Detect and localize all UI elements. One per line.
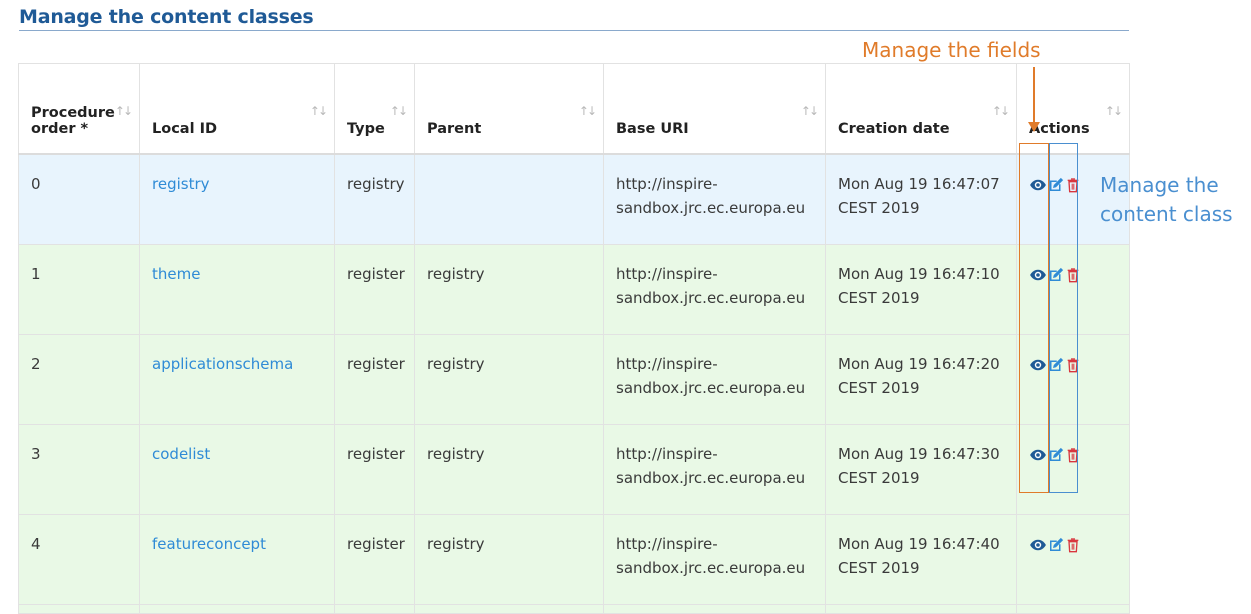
sort-icon[interactable]: ↑↓ <box>579 104 597 118</box>
header-type[interactable]: Type ↑↓ <box>334 63 415 155</box>
table-row: 3 codelist register registry http://inspire-… <box>18 424 1130 515</box>
annotation-manage-fields: Manage the fields <box>862 38 1041 62</box>
eye-icon[interactable] <box>1029 536 1047 554</box>
cell-base-uri: http://inspire-sandbox.jrc.ec.europa.eu <box>603 334 826 425</box>
header-parent[interactable]: Parent ↑↓ <box>414 63 604 155</box>
cell-local-id: registry <box>139 153 335 245</box>
cell-procedure-order: 2 <box>18 334 140 425</box>
cell-actions <box>1016 514 1130 605</box>
cell-type: register <box>334 244 415 335</box>
cell-procedure-order: 1 <box>18 244 140 335</box>
table-cell <box>18 604 140 614</box>
table-cell <box>414 604 604 614</box>
table-header-row: Procedure order * ↑↓ Local ID ↑↓ Type ↑↓ Pa… <box>18 63 1130 155</box>
sort-icon[interactable]: ↑↓ <box>390 104 408 118</box>
sort-icon[interactable]: ↑↓ <box>801 104 819 118</box>
annotation-arrow-head <box>1028 122 1040 132</box>
cell-type: registry <box>334 153 415 245</box>
cell-local-id: codelist <box>139 424 335 515</box>
title-divider <box>19 30 1129 31</box>
cell-base-uri: http://inspire-sandbox.jrc.ec.europa.eu <box>603 424 826 515</box>
cell-procedure-order: 4 <box>18 514 140 605</box>
local-id-link[interactable]: applicationschema <box>152 355 293 373</box>
cell-procedure-order: 3 <box>18 424 140 515</box>
table-row: 1 theme register registry http://inspire-san… <box>18 244 1130 335</box>
header-local-id[interactable]: Local ID ↑↓ <box>139 63 335 155</box>
header-procedure-order[interactable]: Procedure order * ↑↓ <box>18 63 140 155</box>
cell-type: register <box>334 514 415 605</box>
annotation-arrow-line <box>1033 67 1035 125</box>
cell-local-id: applicationschema <box>139 334 335 425</box>
local-id-link[interactable]: codelist <box>152 445 210 463</box>
cell-base-uri: http://inspire-sandbox.jrc.ec.europa.eu <box>603 514 826 605</box>
cell-type: register <box>334 424 415 515</box>
page-title: Manage the content classes <box>19 6 314 28</box>
local-id-link[interactable]: theme <box>152 265 200 283</box>
cell-creation-date: Mon Aug 19 16:47:30 CEST 2019 <box>825 424 1017 515</box>
header-creation-date[interactable]: Creation date ↑↓ <box>825 63 1017 155</box>
annotation-manage-content-class: Manage the content class <box>1100 173 1233 226</box>
sort-icon[interactable]: ↑↓ <box>992 104 1010 118</box>
table-row-partial <box>18 604 1130 614</box>
sort-icon[interactable]: ↑↓ <box>115 104 133 118</box>
cell-base-uri: http://inspire-sandbox.jrc.ec.europa.eu <box>603 153 826 245</box>
table-cell <box>1016 604 1130 614</box>
cell-creation-date: Mon Aug 19 16:47:20 CEST 2019 <box>825 334 1017 425</box>
table-cell <box>139 604 335 614</box>
cell-base-uri: http://inspire-sandbox.jrc.ec.europa.eu <box>603 244 826 335</box>
cell-creation-date: Mon Aug 19 16:47:07 CEST 2019 <box>825 153 1017 245</box>
edit-icon[interactable] <box>1047 536 1065 554</box>
cell-creation-date: Mon Aug 19 16:47:40 CEST 2019 <box>825 514 1017 605</box>
sort-icon[interactable]: ↑↓ <box>1105 104 1123 118</box>
cell-parent: registry <box>414 334 604 425</box>
cell-parent: registry <box>414 244 604 335</box>
cell-local-id: theme <box>139 244 335 335</box>
header-base-uri[interactable]: Base URI ↑↓ <box>603 63 826 155</box>
cell-type: register <box>334 334 415 425</box>
local-id-link[interactable]: featureconcept <box>152 535 266 553</box>
cell-procedure-order: 0 <box>18 153 140 245</box>
table-row: 0 registry registry http://inspire-sandbox.… <box>18 153 1130 245</box>
cell-parent: registry <box>414 424 604 515</box>
table-cell <box>603 604 826 614</box>
cell-parent <box>414 153 604 245</box>
sort-icon[interactable]: ↑↓ <box>310 104 328 118</box>
cell-parent: registry <box>414 514 604 605</box>
table-cell <box>334 604 415 614</box>
cell-creation-date: Mon Aug 19 16:47:10 CEST 2019 <box>825 244 1017 335</box>
content-classes-table: Procedure order * ↑↓ Local ID ↑↓ Type ↑↓ Pa… <box>18 63 1130 614</box>
table-row: 4 featureconcept register registry http://in… <box>18 514 1130 605</box>
table-row: 2 applicationschema register registry http:/… <box>18 334 1130 425</box>
annotation-highlight-edit-delete-column <box>1049 143 1078 493</box>
local-id-link[interactable]: registry <box>152 175 210 193</box>
cell-local-id: featureconcept <box>139 514 335 605</box>
table-cell <box>825 604 1017 614</box>
annotation-highlight-view-column <box>1019 143 1049 493</box>
trash-icon[interactable] <box>1065 536 1083 554</box>
